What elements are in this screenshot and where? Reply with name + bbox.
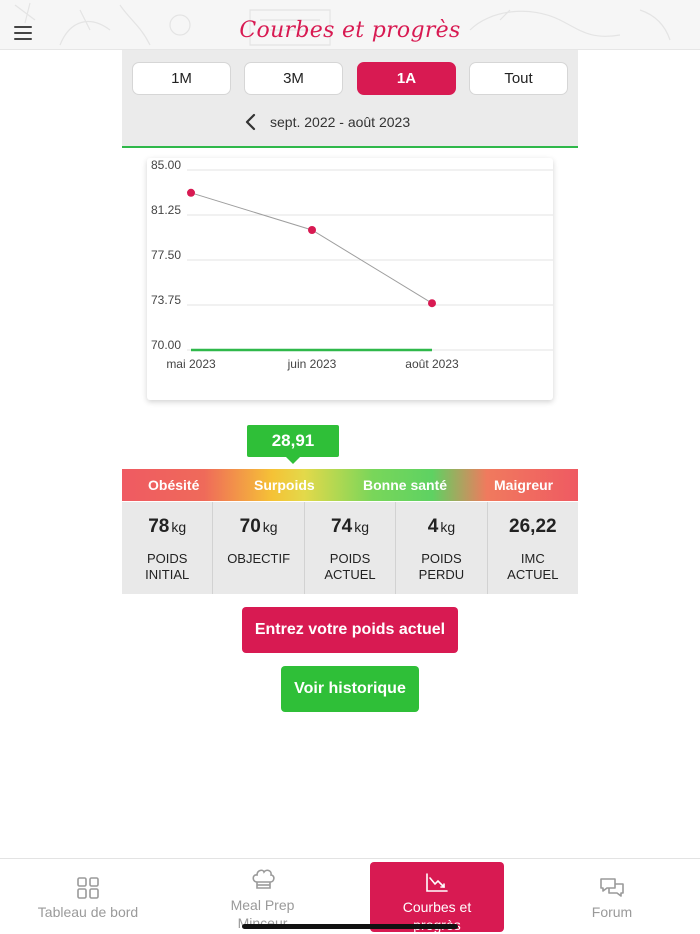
nav-dashboard[interactable]: Tableau de bord <box>28 859 148 934</box>
bmi-category-overweight: Surpoids <box>254 477 315 493</box>
nav-forum-label: Forum <box>591 904 633 920</box>
chat-bubbles-icon <box>600 878 624 897</box>
stat-unit: kg <box>354 519 369 535</box>
nav-progress[interactable]: Courbes et progrès <box>370 862 504 933</box>
page-title: Courbes et progrès <box>239 18 461 43</box>
period-option-3m[interactable]: 3M <box>244 62 343 95</box>
stat-goal: 70 kg OBJECTIF <box>213 502 305 594</box>
app-header: Courbes et progrès <box>0 0 700 50</box>
stat-value: 70 <box>239 516 261 537</box>
stat-current-bmi: 26,22 IMC ACTUEL <box>488 502 578 594</box>
chart-x-tick-label: juin 2023 <box>287 357 337 371</box>
stat-value: 78 <box>148 516 170 537</box>
weight-line-chart: 85.00 81.25 77.50 73.75 70.00 mai 2023 juin 20… <box>151 158 553 371</box>
stat-weight-lost: 4 kg POIDS PERDU <box>396 502 488 594</box>
bmi-value: 28,91 <box>271 431 315 450</box>
stat-initial-weight: 78 kg POIDS INITIAL <box>122 502 214 594</box>
stat-value: 74 <box>331 516 353 537</box>
chef-hat-icon <box>251 869 275 889</box>
bmi-pointer <box>286 457 300 464</box>
stat-current-weight: 74 kg POIDS ACTUEL <box>305 502 397 594</box>
enter-weight-button[interactable]: Entrez votre poids actuel <box>242 607 458 653</box>
bmi-indicator: 28,91 <box>247 425 339 464</box>
stat-label: POIDS ACTUEL <box>324 551 376 582</box>
stat-label: IMC ACTUEL <box>507 551 559 582</box>
nav-forum[interactable]: Forum <box>570 859 654 934</box>
home-indicator <box>242 924 458 929</box>
stat-unit: kg <box>440 519 456 535</box>
bottom-navigation: Tableau de bord Meal Prep Minceur Courbe… <box>0 858 700 934</box>
chart-weight-point <box>428 299 436 308</box>
nav-dashboard-label: Tableau de bord <box>37 904 139 920</box>
chevron-left-icon[interactable] <box>242 112 260 132</box>
chart-y-tick-label: 73.75 <box>151 293 181 307</box>
stat-label: POIDS PERDU <box>418 551 465 582</box>
weight-chart: 85.00 81.25 77.50 73.75 70.00 mai 2023 juin 20… <box>147 158 553 400</box>
chart-weight-point <box>187 188 195 197</box>
chart-x-tick-label: mai 2023 <box>166 357 216 371</box>
bmi-category-obesity: Obésité <box>148 477 200 493</box>
stat-unit: kg <box>171 519 187 535</box>
period-option-1a[interactable]: 1A <box>357 62 456 95</box>
stat-label: POIDS INITIAL <box>145 551 190 582</box>
bmi-category-underweight: Maigreur <box>494 477 554 493</box>
period-selector: 1M 3M 1A Tout sept. 2022 - août 2023 <box>122 50 578 148</box>
stat-value: 26,22 <box>509 516 557 537</box>
stat-unit: kg <box>262 519 278 535</box>
chart-weight-point <box>308 226 316 234</box>
chart-y-tick-label: 70.00 <box>151 338 181 352</box>
period-option-all[interactable]: Tout <box>469 62 568 95</box>
chart-y-tick-label: 85.00 <box>151 158 181 172</box>
chart-icon <box>426 873 448 892</box>
stat-label: OBJECTIF <box>227 551 291 566</box>
dashboard-grid-icon <box>77 877 99 899</box>
bmi-category-healthy: Bonne santé <box>363 477 448 493</box>
chart-y-tick-label: 77.50 <box>151 248 181 262</box>
nav-meal-prep[interactable]: Meal Prep Minceur <box>205 859 320 934</box>
view-history-button[interactable]: Voir historique <box>281 666 419 712</box>
date-range-label: sept. 2022 - août 2023 <box>270 114 411 130</box>
stat-value: 4 <box>427 516 439 537</box>
chart-x-tick-label: août 2023 <box>405 357 459 371</box>
chart-y-tick-label: 81.25 <box>151 203 181 217</box>
weight-stats: 78 kg POIDS INITIAL 70 kg OBJECTIF 74 kg PO… <box>122 502 578 594</box>
period-option-1m[interactable]: 1M <box>132 62 231 95</box>
chart-weight-line <box>190 192 433 304</box>
bmi-scale: Obésité Surpoids Bonne santé Maigreur <box>122 469 578 501</box>
